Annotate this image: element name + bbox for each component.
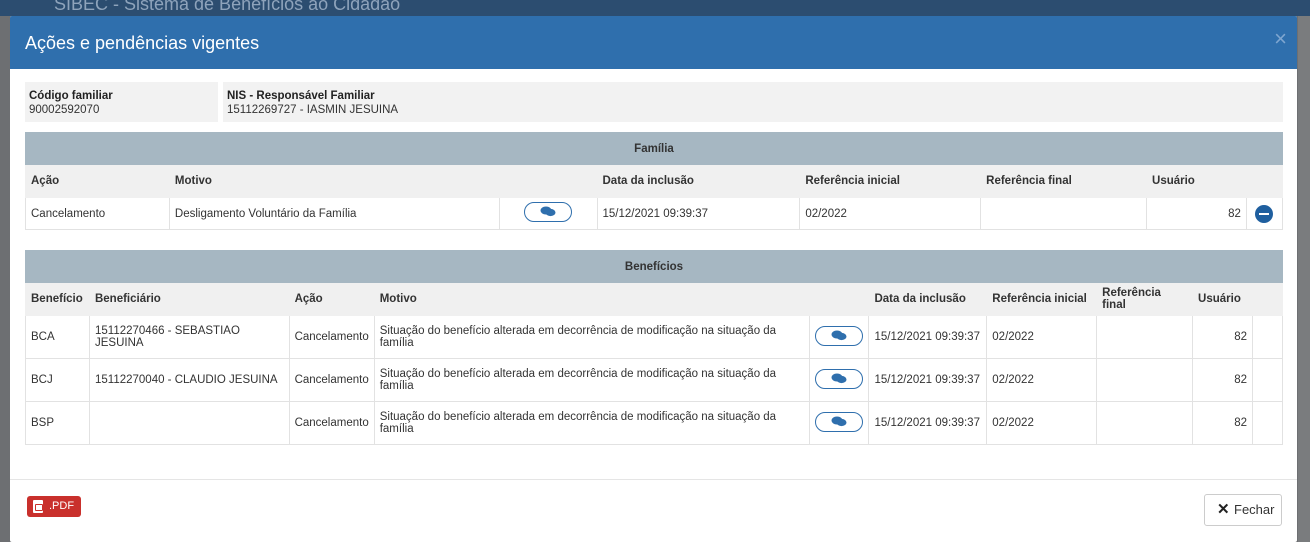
cell-usuario: 82: [1146, 197, 1247, 230]
cell-remove: [1245, 197, 1284, 230]
col-ref-final: Referência final: [980, 164, 1148, 198]
cell-ref-inicial: 02/2022: [986, 315, 1098, 359]
col-data-inclusao: Data da inclusão: [868, 282, 988, 316]
cell-comments: [498, 197, 598, 230]
cell-acao: Cancelamento: [288, 358, 375, 402]
backdrop-app-bar: SIBEC - Sistema de Benefícios ao Cidadão: [0, 0, 1310, 16]
cell-ref-inicial: 02/2022: [986, 401, 1098, 445]
comments-icon: [831, 373, 847, 383]
comments-icon: [831, 330, 847, 340]
cell-motivo: Situação do benefício alterada em decorr…: [373, 358, 811, 402]
col-usuario: Usuário: [1146, 164, 1247, 198]
col-comments: [498, 164, 598, 198]
cell-acao: Cancelamento: [25, 197, 170, 230]
close-icon: ✕: [1217, 501, 1230, 518]
modal-header: Ações e pendências vigentes ×: [10, 16, 1297, 69]
cell-ref-final: [1096, 401, 1194, 445]
pdf-label: .PDF: [49, 500, 75, 512]
cell-data: 15/12/2021 09:39:37: [596, 197, 801, 230]
cell-motivo: Situação do benefício alterada em decorr…: [373, 401, 811, 445]
backdrop-overlay: [1298, 16, 1310, 542]
familia-caption: Família: [25, 132, 1283, 165]
cell-comments: [809, 358, 870, 402]
col-actions: [1252, 282, 1283, 316]
export-pdf-button[interactable]: .PDF: [27, 496, 81, 517]
cell-data: 15/12/2021 09:39:37: [868, 401, 988, 445]
familia-header-row: Ação Motivo Data da inclusão Referência …: [25, 164, 1284, 198]
col-ref-inicial: Referência inicial: [799, 164, 982, 198]
footer-divider: [10, 479, 1297, 480]
cell-acao: Cancelamento: [288, 401, 375, 445]
col-beneficio: Benefício: [25, 282, 90, 316]
col-acao: Ação: [25, 164, 170, 198]
table-row: BSP Cancelamento Situação do benefício a…: [25, 401, 1283, 445]
minus-circle-icon[interactable]: [1255, 204, 1274, 223]
cell-actions: [1252, 358, 1283, 402]
file-pdf-icon: [33, 500, 43, 513]
comments-icon: [831, 416, 847, 426]
backdrop-app-title: SIBEC - Sistema de Benefícios ao Cidadão: [54, 0, 401, 14]
cell-motivo: Desligamento Voluntário da Família: [168, 197, 500, 230]
cell-ref-final: [1096, 315, 1194, 359]
cell-actions: [1252, 315, 1283, 359]
cell-ref-final: [980, 197, 1148, 230]
cell-usuario: 82: [1192, 401, 1254, 445]
cell-acao: Cancelamento: [288, 315, 375, 359]
nis-responsavel-label: NIS - Responsável Familiar: [227, 90, 375, 102]
nis-responsavel-value: 15112269727 - IASMIN JESUINA: [227, 104, 399, 116]
col-ref-final: Referência final: [1096, 282, 1194, 316]
beneficios-caption: Benefícios: [25, 250, 1283, 283]
comments-button[interactable]: [815, 411, 864, 432]
codigo-familiar-label: Código familiar: [29, 90, 113, 102]
codigo-familiar-box: Código familiar 90002592070: [25, 82, 218, 122]
col-comments: [809, 282, 870, 316]
col-beneficiario: Beneficiário: [88, 282, 290, 316]
table-row: BCJ 15112270040 - CLAUDIO JESUINA Cancel…: [25, 358, 1283, 402]
cell-comments: [809, 401, 870, 445]
col-acao: Ação: [288, 282, 375, 316]
cell-beneficiario: 15112270466 - SEBASTIAO JESUINA: [88, 315, 290, 359]
cell-comments: [809, 315, 870, 359]
cell-data: 15/12/2021 09:39:37: [868, 315, 988, 359]
col-actions: [1245, 164, 1284, 198]
col-data-inclusao: Data da inclusão: [596, 164, 801, 198]
pending-actions-modal: Ações e pendências vigentes × Código fam…: [10, 16, 1297, 542]
codigo-familiar-value: 90002592070: [29, 104, 100, 116]
cell-ref-inicial: 02/2022: [799, 197, 982, 230]
cell-data: 15/12/2021 09:39:37: [868, 358, 988, 402]
col-usuario: Usuário: [1192, 282, 1254, 316]
cell-beneficio: BCA: [25, 315, 90, 359]
nis-responsavel-box: NIS - Responsável Familiar 15112269727 -…: [223, 82, 1283, 122]
col-ref-inicial: Referência inicial: [986, 282, 1098, 316]
comments-button[interactable]: [815, 368, 864, 389]
table-row: BCA 15112270466 - SEBASTIAO JESUINA Canc…: [25, 315, 1283, 359]
modal-title: Ações e pendências vigentes: [25, 33, 260, 53]
familia-table: Família Ação Motivo Data da inclusão Ref…: [25, 132, 1284, 230]
cell-ref-inicial: 02/2022: [986, 358, 1098, 402]
col-motivo: Motivo: [168, 164, 500, 198]
comments-button[interactable]: [815, 325, 864, 346]
cell-beneficiario: 15112270040 - CLAUDIO JESUINA: [88, 358, 290, 402]
col-motivo: Motivo: [373, 282, 811, 316]
comments-button[interactable]: [524, 202, 573, 222]
table-row: Cancelamento Desligamento Voluntário da …: [25, 197, 1284, 230]
cell-beneficio: BSP: [25, 401, 90, 445]
cell-usuario: 82: [1192, 358, 1254, 402]
cell-motivo: Situação do benefício alterada em decorr…: [373, 315, 811, 359]
beneficios-table: Benefícios Benefício Beneficiário Ação M…: [25, 250, 1283, 445]
cell-usuario: 82: [1192, 315, 1254, 359]
cell-actions: [1252, 401, 1283, 445]
cell-ref-final: [1096, 358, 1194, 402]
comments-icon: [540, 206, 556, 217]
close-button[interactable]: ✕ Fechar: [1204, 494, 1282, 526]
cell-beneficiario: [88, 401, 290, 445]
beneficios-header-row: Benefício Beneficiário Ação Motivo Data …: [25, 282, 1283, 316]
cell-beneficio: BCJ: [25, 358, 90, 402]
close-button-label: Fechar: [1234, 502, 1275, 517]
close-icon[interactable]: ×: [1274, 28, 1287, 50]
